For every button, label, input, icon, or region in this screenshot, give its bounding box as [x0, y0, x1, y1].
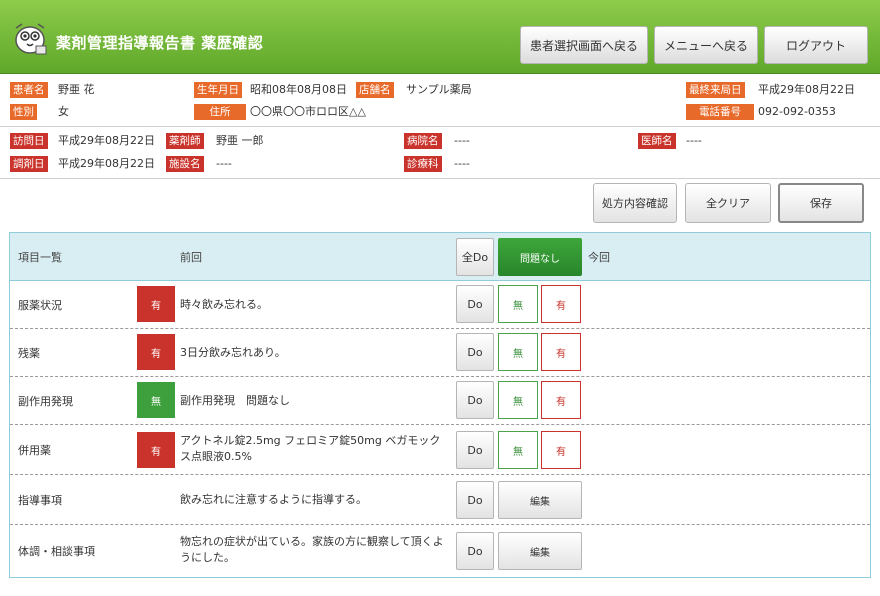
previous-status-badge: 有: [137, 286, 175, 322]
app-header: 薬剤管理指導報告書 薬歴確認 患者選択画面へ戻る メニューへ戻る ログアウト: [0, 0, 880, 74]
row-item-label: 残薬: [18, 347, 40, 360]
table-row: 指導事項 飲み忘れに注意するように指導する。 Do 編集: [10, 475, 870, 525]
birth-date: 昭和08年08月08日: [250, 83, 347, 96]
patient-phone: 092-092-0353: [758, 105, 836, 118]
previous-note: 時々飲み忘れる。: [180, 298, 268, 311]
patient-name: 野亜 花: [58, 83, 95, 96]
logout-button[interactable]: ログアウト: [764, 26, 868, 64]
visit-date: 平成29年08月22日: [58, 134, 155, 147]
table-row: 残薬 有 3日分飲み忘れあり。 Do 無 有: [10, 329, 870, 377]
patient-name-label: 患者名: [10, 82, 48, 98]
exists-button[interactable]: 有: [541, 381, 581, 419]
divider: [0, 178, 880, 179]
do-button[interactable]: Do: [456, 285, 494, 323]
previous-note: 飲み忘れに注意するように指導する。: [180, 493, 367, 506]
exists-button[interactable]: 有: [541, 333, 581, 371]
doctor-name: ----: [686, 134, 702, 147]
table-header: 項目一覧 前回 全Do 問題なし 今回: [10, 233, 870, 281]
back-to-patient-select-button[interactable]: 患者選択画面へ戻る: [520, 26, 648, 64]
facility-label: 施設名: [166, 156, 204, 172]
all-do-button[interactable]: 全Do: [456, 238, 494, 276]
hospital-name: ----: [454, 134, 470, 147]
edit-button[interactable]: 編集: [498, 481, 582, 519]
row-item-label: 服薬状況: [18, 299, 62, 312]
divider: [0, 126, 880, 127]
header-current: 今回: [588, 251, 610, 264]
last-visit-label: 最終来局日: [686, 82, 745, 98]
previous-status-badge: 無: [137, 382, 175, 418]
row-item-label: 併用薬: [18, 444, 51, 457]
table-row: 服薬状況 有 時々飲み忘れる。 Do 無 有: [10, 281, 870, 329]
none-button[interactable]: 無: [498, 381, 538, 419]
logo-icon: [15, 23, 47, 55]
exists-button[interactable]: 有: [541, 285, 581, 323]
pharmacist-label: 薬剤師: [166, 133, 204, 149]
row-item-label: 指導事項: [18, 494, 62, 507]
patient-address: 〇〇県〇〇市ロロ区△△: [250, 105, 366, 118]
table-row: 併用薬 有 アクトネル錠2.5mg フェロミア錠50mg ベガモックス点眼液0.…: [10, 425, 870, 475]
store-name: サンプル薬局: [406, 83, 472, 96]
none-button[interactable]: 無: [498, 333, 538, 371]
patient-sex: 女: [58, 105, 69, 118]
previous-note: 副作用発現 問題なし: [180, 394, 290, 407]
previous-note: 3日分飲み忘れあり。: [180, 346, 286, 359]
dispense-date-label: 調剤日: [10, 156, 48, 172]
do-button[interactable]: Do: [456, 431, 494, 469]
visit-date-label: 訪問日: [10, 133, 48, 149]
do-button[interactable]: Do: [456, 381, 494, 419]
save-button[interactable]: 保存: [778, 183, 864, 223]
row-item-label: 副作用発現: [18, 395, 73, 408]
header-items: 項目一覧: [18, 251, 62, 264]
header-previous: 前回: [180, 251, 202, 264]
dispense-date: 平成29年08月22日: [58, 157, 155, 170]
previous-status-badge: 有: [137, 432, 175, 468]
no-problem-button[interactable]: 問題なし: [498, 238, 582, 276]
last-visit-date: 平成29年08月22日: [758, 83, 855, 96]
edit-button[interactable]: 編集: [498, 532, 582, 570]
clear-all-button[interactable]: 全クリア: [685, 183, 771, 223]
previous-note: アクトネル錠2.5mg フェロミア錠50mg ベガモックス点眼液0.5%: [180, 434, 441, 463]
back-to-menu-button[interactable]: メニューへ戻る: [654, 26, 758, 64]
facility-name: ----: [216, 157, 232, 170]
address-label: 住所: [194, 104, 246, 120]
table-row: 体調・相談事項 物忘れの症状が出ている。家族の方に観察して頂くようにした。 Do…: [10, 525, 870, 577]
birth-date-label: 生年月日: [194, 82, 242, 98]
do-button[interactable]: Do: [456, 333, 494, 371]
exists-button[interactable]: 有: [541, 431, 581, 469]
prescription-check-button[interactable]: 処方内容確認: [593, 183, 677, 223]
do-button[interactable]: Do: [456, 532, 494, 570]
previous-status-badge: 有: [137, 334, 175, 370]
medication-history-table: 項目一覧 前回 全Do 問題なし 今回 服薬状況 有 時々飲み忘れる。 Do 無…: [9, 232, 871, 578]
table-row: 副作用発現 無 副作用発現 問題なし Do 無 有: [10, 377, 870, 425]
phone-label: 電話番号: [686, 104, 754, 120]
none-button[interactable]: 無: [498, 431, 538, 469]
doctor-label: 医師名: [638, 133, 676, 149]
hospital-label: 病院名: [404, 133, 442, 149]
store-label: 店舗名: [356, 82, 394, 98]
pharmacist-name: 野亜 一郎: [216, 134, 264, 147]
department-label: 診療科: [404, 156, 442, 172]
page-title: 薬剤管理指導報告書 薬歴確認: [56, 34, 264, 52]
previous-note: 物忘れの症状が出ている。家族の方に観察して頂くようにした。: [180, 535, 444, 564]
do-button[interactable]: Do: [456, 481, 494, 519]
row-item-label: 体調・相談事項: [18, 545, 95, 558]
none-button[interactable]: 無: [498, 285, 538, 323]
department-name: ----: [454, 157, 470, 170]
sex-label: 性別: [10, 104, 37, 120]
